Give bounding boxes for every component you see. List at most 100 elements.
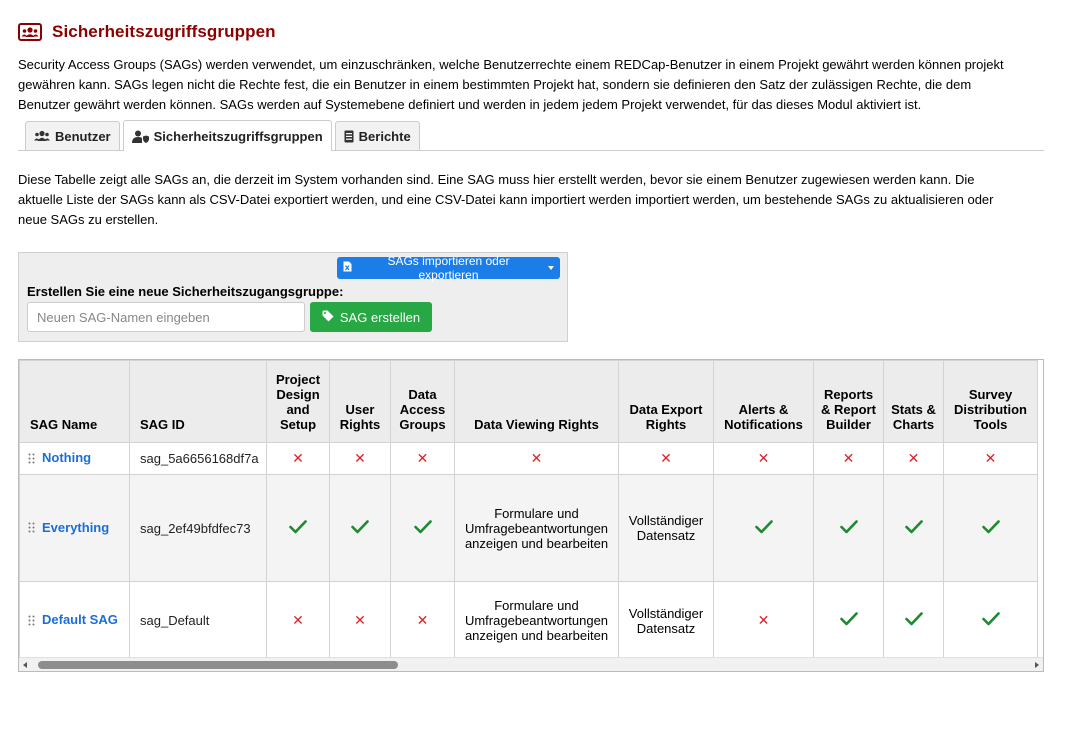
column-header-label: Survey Distribution Tools — [954, 387, 1027, 432]
tab-bar: Benutzer Sicherheitszugriffsgruppen Beri… — [18, 120, 1044, 151]
column-header-label: Data Access Groups — [399, 387, 446, 432]
permission-cell — [813, 474, 884, 582]
permission-cell: ✕ — [883, 442, 944, 475]
x-icon: ✕ — [530, 450, 543, 467]
permission-text-cell: Vollständiger Datensatz — [618, 474, 714, 582]
sag-id-cell: sag_Default — [129, 581, 267, 660]
sag-id-cell: sag_5a6656168df7a — [129, 442, 267, 475]
tab-label: Benutzer — [55, 128, 111, 144]
scroll-right-icon[interactable] — [1035, 662, 1039, 668]
check-icon — [413, 519, 432, 534]
drag-handle-icon[interactable] — [28, 452, 36, 467]
permission-cell: ✕ — [943, 442, 1038, 475]
x-icon: ✕ — [757, 450, 770, 467]
create-sag-button[interactable]: SAG erstellen — [310, 302, 432, 332]
check-icon — [981, 612, 1000, 626]
sag-name-link[interactable]: Default SAG — [42, 612, 118, 627]
users-icon — [34, 130, 50, 142]
permission-cell: ✕ — [266, 581, 330, 660]
sag-name-cell: Nothing — [19, 442, 130, 475]
permission-cell: ✕ — [329, 442, 391, 475]
permission-cell: ✕ — [390, 581, 455, 660]
x-icon: ✕ — [907, 450, 920, 467]
permission-cell — [883, 581, 944, 660]
permission-cell — [883, 474, 944, 582]
sag-id-cell: sag_2ef49bfdfec73 — [129, 474, 267, 582]
users-icon — [18, 22, 44, 42]
x-icon: ✕ — [842, 450, 855, 467]
permission-cell — [329, 474, 391, 582]
sag-name-input[interactable] — [27, 302, 305, 332]
check-icon — [351, 519, 369, 534]
column-header[interactable]: SAG Name — [19, 360, 130, 443]
column-header[interactable]: Data Access Groups — [390, 360, 455, 443]
permission-cell — [266, 474, 330, 582]
sag-name-cell: Everything — [19, 474, 130, 582]
permission-cell: ✕ — [813, 442, 884, 475]
sag-name-cell: Default SAG — [19, 581, 130, 660]
table-body: Nothing sag_5a6656168df7a ✕ ✕ ✕ ✕ ✕ ✕ ✕ ✕ ✕ Everyth… — [19, 442, 1038, 660]
column-header-label: Stats & Charts — [891, 402, 936, 432]
check-icon — [904, 612, 923, 626]
import-export-dropdown-button[interactable]: SAGs importieren oder exportieren — [337, 254, 560, 282]
sag-name-link[interactable]: Nothing — [42, 450, 91, 465]
column-header[interactable]: Reports & Report Builder — [813, 360, 884, 443]
x-icon: ✕ — [416, 612, 429, 629]
table-description: Diese Tabelle zeigt alle SAGs an, die de… — [18, 172, 994, 227]
user-shield-icon — [131, 130, 149, 143]
column-header-label: User Rights — [339, 402, 381, 432]
permission-cell — [713, 474, 814, 582]
title-row: Sicherheitszugriffsgruppen — [18, 17, 1069, 47]
tab-benutzer[interactable]: Benutzer — [25, 121, 120, 150]
column-header[interactable]: SAG ID — [129, 360, 267, 443]
check-icon — [754, 519, 773, 534]
document-icon — [344, 130, 354, 143]
x-icon: ✕ — [354, 612, 366, 629]
column-header-label: Project Design and Setup — [275, 372, 321, 432]
column-header-label: Data Viewing Rights — [474, 417, 599, 432]
scroll-left-icon[interactable] — [23, 662, 27, 668]
column-header[interactable]: Data Export Rights — [618, 360, 714, 443]
column-header[interactable]: Alerts & Notifications — [713, 360, 814, 443]
tag-icon — [322, 310, 334, 325]
column-header-label: Alerts & Notifications — [724, 402, 803, 432]
horizontal-scrollbar[interactable] — [19, 657, 1043, 671]
table-row: Default SAG sag_Default ✕ ✕ ✕ Formulare und U… — [19, 581, 1038, 660]
tab-label: Sicherheitszugriffsgruppen — [153, 128, 323, 144]
permission-cell: ✕ — [266, 442, 330, 475]
x-icon: ✕ — [292, 612, 304, 629]
drag-handle-icon[interactable] — [28, 521, 36, 536]
drag-handle-icon[interactable] — [28, 614, 36, 629]
scrollbar-thumb[interactable] — [38, 661, 398, 669]
intro-text: Security Access Groups (SAGs) werden ver… — [18, 57, 1004, 112]
table-row: Everything sag_2ef49bfdfec73 Formulare und… — [19, 474, 1038, 582]
tab-label: Berichte — [358, 128, 411, 144]
page: Sicherheitszugriffsgruppen Security Acce… — [0, 17, 1069, 672]
column-header-label: Reports & Report Builder — [821, 387, 876, 432]
check-icon — [839, 519, 858, 534]
permission-cell: ✕ — [454, 442, 619, 475]
column-header[interactable]: User Rights — [329, 360, 391, 443]
tab-sicherheitszugriffsgruppen[interactable]: Sicherheitszugriffsgruppen — [122, 120, 332, 151]
permission-cell: ✕ — [713, 442, 814, 475]
create-sag-label: Erstellen Sie eine neue Sicherheitszugan… — [27, 284, 344, 299]
check-icon — [981, 519, 1000, 534]
permission-cell: ✕ — [390, 442, 455, 475]
table-header-row: SAG Name SAG ID Project Design and Setup… — [19, 360, 1038, 443]
check-icon — [904, 519, 923, 534]
column-header[interactable]: Project Design and Setup — [266, 360, 330, 443]
file-excel-icon — [343, 261, 352, 275]
page-title: Sicherheitszugriffsgruppen — [52, 22, 276, 41]
sag-name-link[interactable]: Everything — [42, 520, 109, 535]
x-icon: ✕ — [984, 450, 997, 467]
column-header[interactable]: Survey Distribution Tools — [943, 360, 1038, 443]
tab-berichte[interactable]: Berichte — [334, 121, 420, 150]
column-header[interactable]: Stats & Charts — [883, 360, 944, 443]
permission-cell: ✕ — [329, 581, 391, 660]
permission-cell — [813, 581, 884, 660]
permission-cell: ✕ — [618, 442, 714, 475]
create-sag-panel: SAGs importieren oder exportieren Erstel… — [18, 252, 568, 342]
table-row: Nothing sag_5a6656168df7a ✕ ✕ ✕ ✕ ✕ ✕ ✕ ✕ ✕ — [19, 442, 1038, 475]
x-icon: ✕ — [292, 450, 304, 467]
column-header[interactable]: Data Viewing Rights — [454, 360, 619, 443]
